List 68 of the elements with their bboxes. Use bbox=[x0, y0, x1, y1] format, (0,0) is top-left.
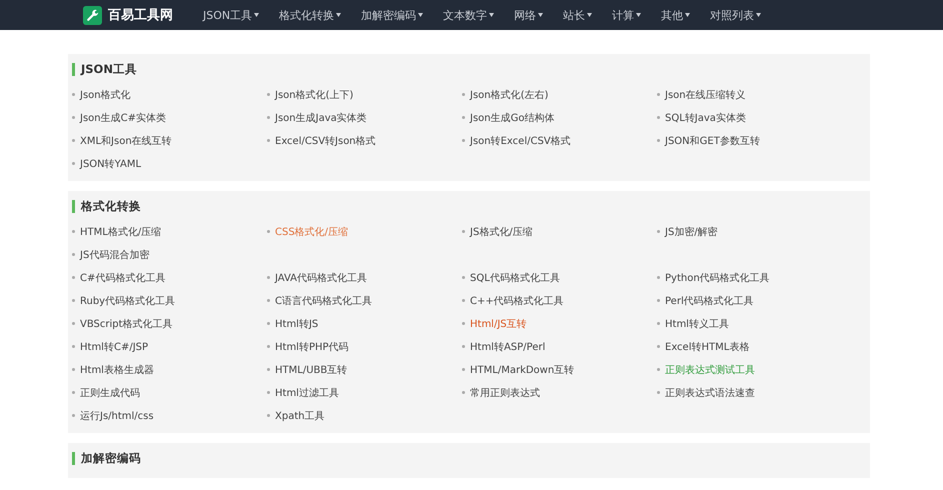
tool-link[interactable]: Html转C#/JSP bbox=[72, 340, 267, 354]
section-title: JSON工具 bbox=[81, 62, 137, 76]
tool-link[interactable]: 正则生成代码 bbox=[72, 386, 267, 400]
nav-menu-item[interactable]: 计算 bbox=[602, 8, 652, 22]
tool-link[interactable]: SQL转Java实体类 bbox=[657, 110, 852, 124]
caret-icon bbox=[756, 13, 762, 17]
tool-link[interactable]: HTML/MarkDown互转 bbox=[462, 362, 657, 376]
tool-link[interactable]: Json生成Java实体类 bbox=[267, 110, 462, 124]
tool-link[interactable]: Html表格生成器 bbox=[72, 362, 267, 376]
tool-link[interactable]: VBScript格式化工具 bbox=[72, 316, 267, 330]
tool-link[interactable]: Xpath工具 bbox=[267, 408, 462, 422]
nav-menu-item[interactable]: 站长 bbox=[553, 8, 602, 22]
tool-link[interactable]: 常用正则表达式 bbox=[462, 386, 657, 400]
tool-link[interactable]: 正则表达式语法速查 bbox=[657, 386, 852, 400]
section-title: 格式化转换 bbox=[81, 198, 141, 214]
accent-bar bbox=[72, 452, 75, 464]
tool-link[interactable]: Json在线压缩转义 bbox=[657, 88, 852, 102]
accent-bar bbox=[72, 200, 75, 212]
tool-link[interactable]: Html过滤工具 bbox=[267, 386, 462, 400]
caret-icon bbox=[418, 13, 424, 17]
tool-link[interactable]: 运行Js/html/css bbox=[72, 408, 267, 422]
caret-icon bbox=[636, 13, 642, 17]
tool-link[interactable]: HTML/UBB互转 bbox=[267, 362, 462, 376]
tool-link[interactable]: JAVA代码格式化工具 bbox=[267, 270, 462, 284]
tool-link[interactable]: Html转ASP/Perl bbox=[462, 340, 657, 354]
tool-link[interactable]: C#代码格式化工具 bbox=[72, 270, 267, 284]
nav-menu-item[interactable]: 对照列表 bbox=[700, 8, 772, 22]
tool-link[interactable]: C++代码格式化工具 bbox=[462, 294, 657, 308]
tool-link[interactable]: Json转Excel/CSV格式 bbox=[462, 134, 657, 148]
caret-icon bbox=[254, 13, 260, 17]
nav-menu-item[interactable]: 加解密编码 bbox=[351, 8, 434, 22]
tool-link[interactable]: JS加密/解密 bbox=[657, 224, 852, 238]
tool-link[interactable]: Ruby代码格式化工具 bbox=[72, 294, 267, 308]
caret-icon bbox=[336, 13, 342, 17]
caret-icon bbox=[587, 13, 592, 17]
tool-link[interactable]: JSON和GET参数互转 bbox=[657, 134, 852, 148]
caret-icon bbox=[489, 13, 494, 17]
tool-link[interactable]: Python代码格式化工具 bbox=[657, 270, 852, 284]
tool-link[interactable]: Html转JS bbox=[267, 316, 462, 330]
caret-icon bbox=[685, 13, 690, 17]
tool-link[interactable]: Json生成Go结构体 bbox=[462, 110, 657, 124]
tool-link[interactable]: SQL代码格式化工具 bbox=[462, 270, 657, 284]
site-logo[interactable]: 百易工具网 bbox=[108, 6, 173, 24]
tool-link[interactable]: Json生成C#实体类 bbox=[72, 110, 267, 124]
tool-link[interactable]: Html转PHP代码 bbox=[267, 340, 462, 354]
tool-link[interactable]: Html转义工具 bbox=[657, 316, 852, 330]
tool-link[interactable]: Perl代码格式化工具 bbox=[657, 294, 852, 308]
tool-link[interactable]: Json格式化 bbox=[72, 88, 267, 102]
accent-bar bbox=[72, 62, 75, 76]
section-title: 加解密编码 bbox=[81, 450, 141, 466]
tool-link[interactable]: JS代码混合加密 bbox=[72, 248, 267, 262]
wrench-icon bbox=[83, 6, 102, 24]
nav-menu-item[interactable]: JSON工具 bbox=[193, 8, 270, 22]
tool-link[interactable]: JSON转YAML bbox=[72, 156, 267, 170]
tool-link[interactable]: Json格式化(左右) bbox=[462, 88, 657, 102]
nav-menu-item[interactable]: 格式化转换 bbox=[269, 8, 352, 22]
nav-menu-item[interactable]: 其他 bbox=[651, 8, 700, 22]
tool-link[interactable]: C语言代码格式化工具 bbox=[267, 294, 462, 308]
nav-menu-item[interactable]: 文本数字 bbox=[433, 8, 504, 22]
tool-link[interactable]: Excel转HTML表格 bbox=[657, 340, 852, 354]
tool-link[interactable]: Html/JS互转 bbox=[462, 316, 657, 330]
tool-link[interactable]: Excel/CSV转Json格式 bbox=[267, 134, 462, 148]
tool-link[interactable]: HTML格式化/压缩 bbox=[72, 224, 267, 238]
nav-menu-item[interactable]: 网络 bbox=[504, 8, 554, 22]
tool-link[interactable]: JS格式化/压缩 bbox=[462, 224, 657, 238]
tool-link[interactable]: XML和Json在线互转 bbox=[72, 134, 267, 148]
caret-icon bbox=[538, 13, 544, 17]
tool-link[interactable]: Json格式化(上下) bbox=[267, 88, 462, 102]
